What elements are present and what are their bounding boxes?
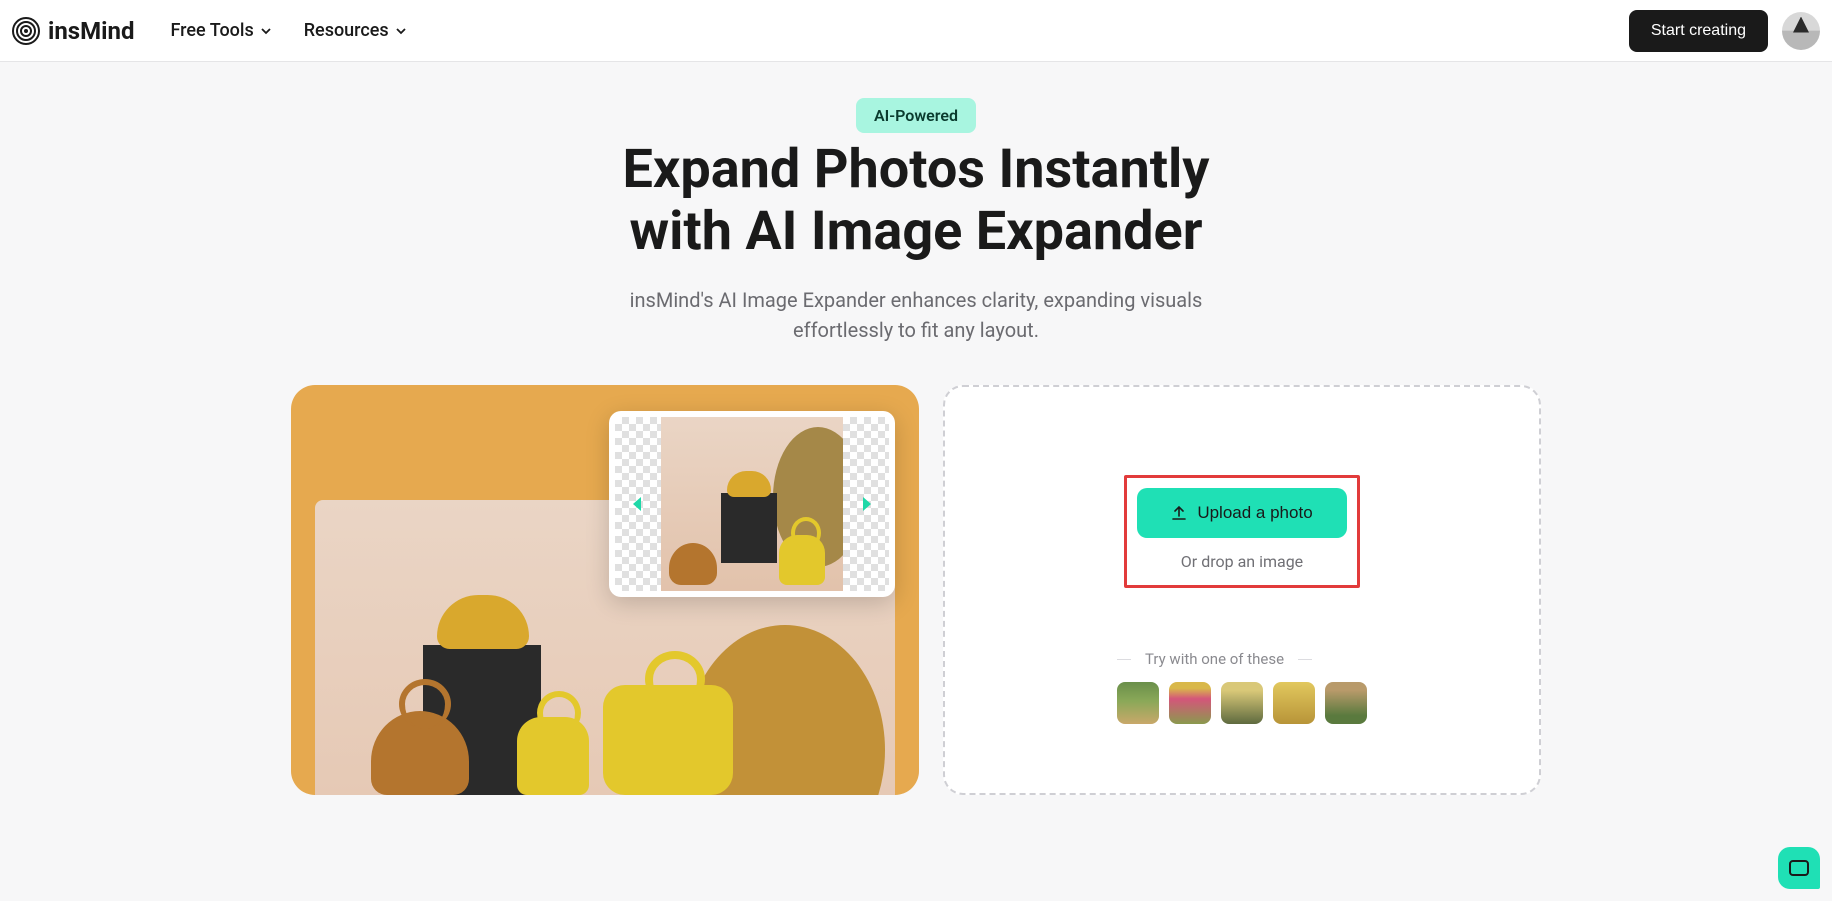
expand-editor-overlay — [609, 411, 895, 597]
hero-section: AI-Powered Expand Photos Instantly with … — [0, 62, 1832, 385]
upload-button-label: Upload a photo — [1197, 503, 1312, 523]
try-samples-section: Try with one of these — [1117, 650, 1367, 724]
arrow-left-icon[interactable] — [626, 492, 650, 516]
nav-resources[interactable]: Resources — [304, 20, 407, 41]
user-avatar[interactable] — [1782, 12, 1820, 50]
ai-powered-badge: AI-Powered — [856, 98, 976, 133]
logo-icon — [12, 17, 40, 45]
mini-hat — [727, 471, 771, 497]
try-label-text: Try with one of these — [1145, 650, 1284, 668]
sample-thumb-3[interactable] — [1221, 682, 1263, 724]
header-right: Start creating — [1629, 10, 1820, 52]
header-left: insMind Free Tools Resources — [12, 17, 407, 45]
drop-image-text: Or drop an image — [1181, 552, 1303, 571]
chat-icon — [1789, 860, 1809, 876]
expand-area-right — [843, 417, 889, 591]
chevron-down-icon — [260, 25, 272, 37]
mini-bag-yellow — [779, 535, 825, 585]
mini-bag-brown — [669, 543, 717, 585]
upload-highlight: Upload a photo Or drop an image — [1124, 475, 1359, 588]
main-nav: Free Tools Resources — [170, 20, 406, 41]
mini-bag-group — [663, 465, 841, 585]
hero-title-line1: Expand Photos Instantly — [623, 138, 1210, 201]
nav-free-tools-label: Free Tools — [170, 20, 253, 41]
editor-center-photo — [661, 417, 843, 591]
upload-card[interactable]: Upload a photo Or drop an image Try with… — [943, 385, 1541, 795]
arrow-right-icon[interactable] — [854, 492, 878, 516]
sample-thumb-5[interactable] — [1325, 682, 1367, 724]
logo[interactable]: insMind — [12, 17, 134, 45]
chevron-down-icon — [395, 25, 407, 37]
preview-card — [291, 385, 919, 795]
start-creating-button[interactable]: Start creating — [1629, 10, 1768, 52]
hero-subtitle-line2: effortlessly to fit any layout. — [793, 318, 1039, 342]
sample-thumb-4[interactable] — [1273, 682, 1315, 724]
sample-thumb-2[interactable] — [1169, 682, 1211, 724]
preview-bag-yellow-large — [603, 685, 733, 795]
content-row: Upload a photo Or drop an image Try with… — [271, 385, 1561, 795]
upload-photo-button[interactable]: Upload a photo — [1137, 488, 1346, 538]
hero-title: Expand Photos Instantly with AI Image Ex… — [20, 139, 1812, 263]
nav-free-tools[interactable]: Free Tools — [170, 20, 271, 41]
preview-bag-yellow-small — [517, 717, 589, 795]
hero-title-line2: with AI Image Expander — [629, 200, 1202, 263]
avatar-icon — [1793, 17, 1809, 33]
hero-subtitle-line1: insMind's AI Image Expander enhances cla… — [630, 288, 1203, 312]
try-label: Try with one of these — [1117, 650, 1367, 668]
sample-thumbnails — [1117, 682, 1367, 724]
mini-cube — [721, 493, 777, 563]
hero-subtitle: insMind's AI Image Expander enhances cla… — [566, 285, 1266, 345]
chat-widget-button[interactable] — [1778, 847, 1820, 889]
preview-hat — [437, 595, 529, 649]
expand-area-left — [615, 417, 661, 591]
upload-icon — [1171, 505, 1187, 521]
sample-thumb-1[interactable] — [1117, 682, 1159, 724]
logo-text: insMind — [48, 17, 134, 45]
main-header: insMind Free Tools Resources Start creat… — [0, 0, 1832, 62]
nav-resources-label: Resources — [304, 20, 389, 41]
